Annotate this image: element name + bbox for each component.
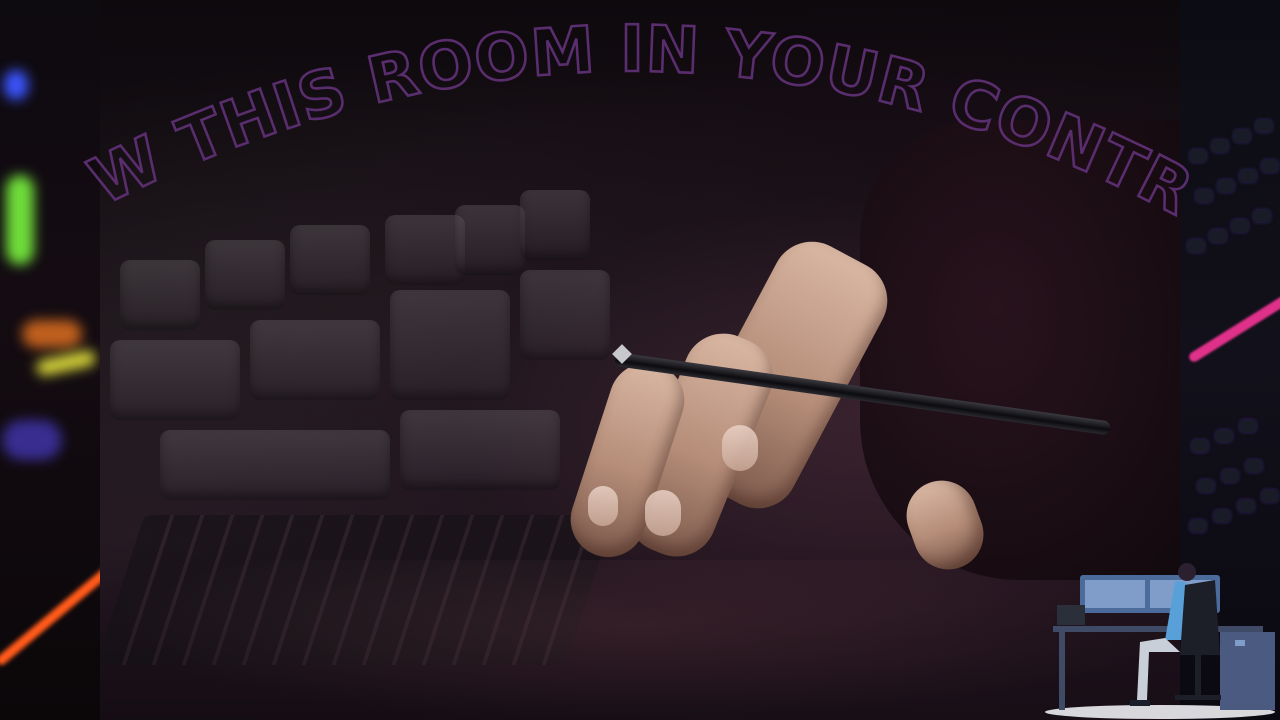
pink-light-strip xyxy=(1187,286,1280,364)
headline: NOW THIS ROOM IN YOUR CONTROL xyxy=(0,0,1205,232)
fingernail xyxy=(645,490,681,536)
person-head xyxy=(1178,563,1196,581)
fingernail xyxy=(588,486,618,526)
speaker xyxy=(1057,605,1085,625)
thumb xyxy=(896,470,994,580)
headline-text: NOW THIS ROOM IN YOUR CONTROL xyxy=(0,0,1204,230)
monitor-screen-left xyxy=(1085,580,1145,608)
person-legs xyxy=(1137,638,1180,700)
office-chair xyxy=(1180,580,1220,655)
desk-top xyxy=(1053,626,1263,632)
fingernail xyxy=(722,425,758,471)
rgb-light-glow xyxy=(2,420,62,460)
cabinet-handle xyxy=(1235,640,1245,646)
chair-stem xyxy=(1195,655,1201,695)
yellow-light-glow xyxy=(34,348,98,378)
desk-leg xyxy=(1059,632,1065,710)
headline-textpath: NOW THIS ROOM IN YOUR CONTROL xyxy=(0,0,1205,232)
desk-cabinet xyxy=(1220,632,1275,710)
person-at-computer-illustration xyxy=(1045,563,1275,719)
person-shoes xyxy=(1130,700,1150,706)
amber-light-glow xyxy=(22,320,82,348)
chair-base xyxy=(1175,695,1221,700)
orange-light-streak xyxy=(0,562,100,668)
